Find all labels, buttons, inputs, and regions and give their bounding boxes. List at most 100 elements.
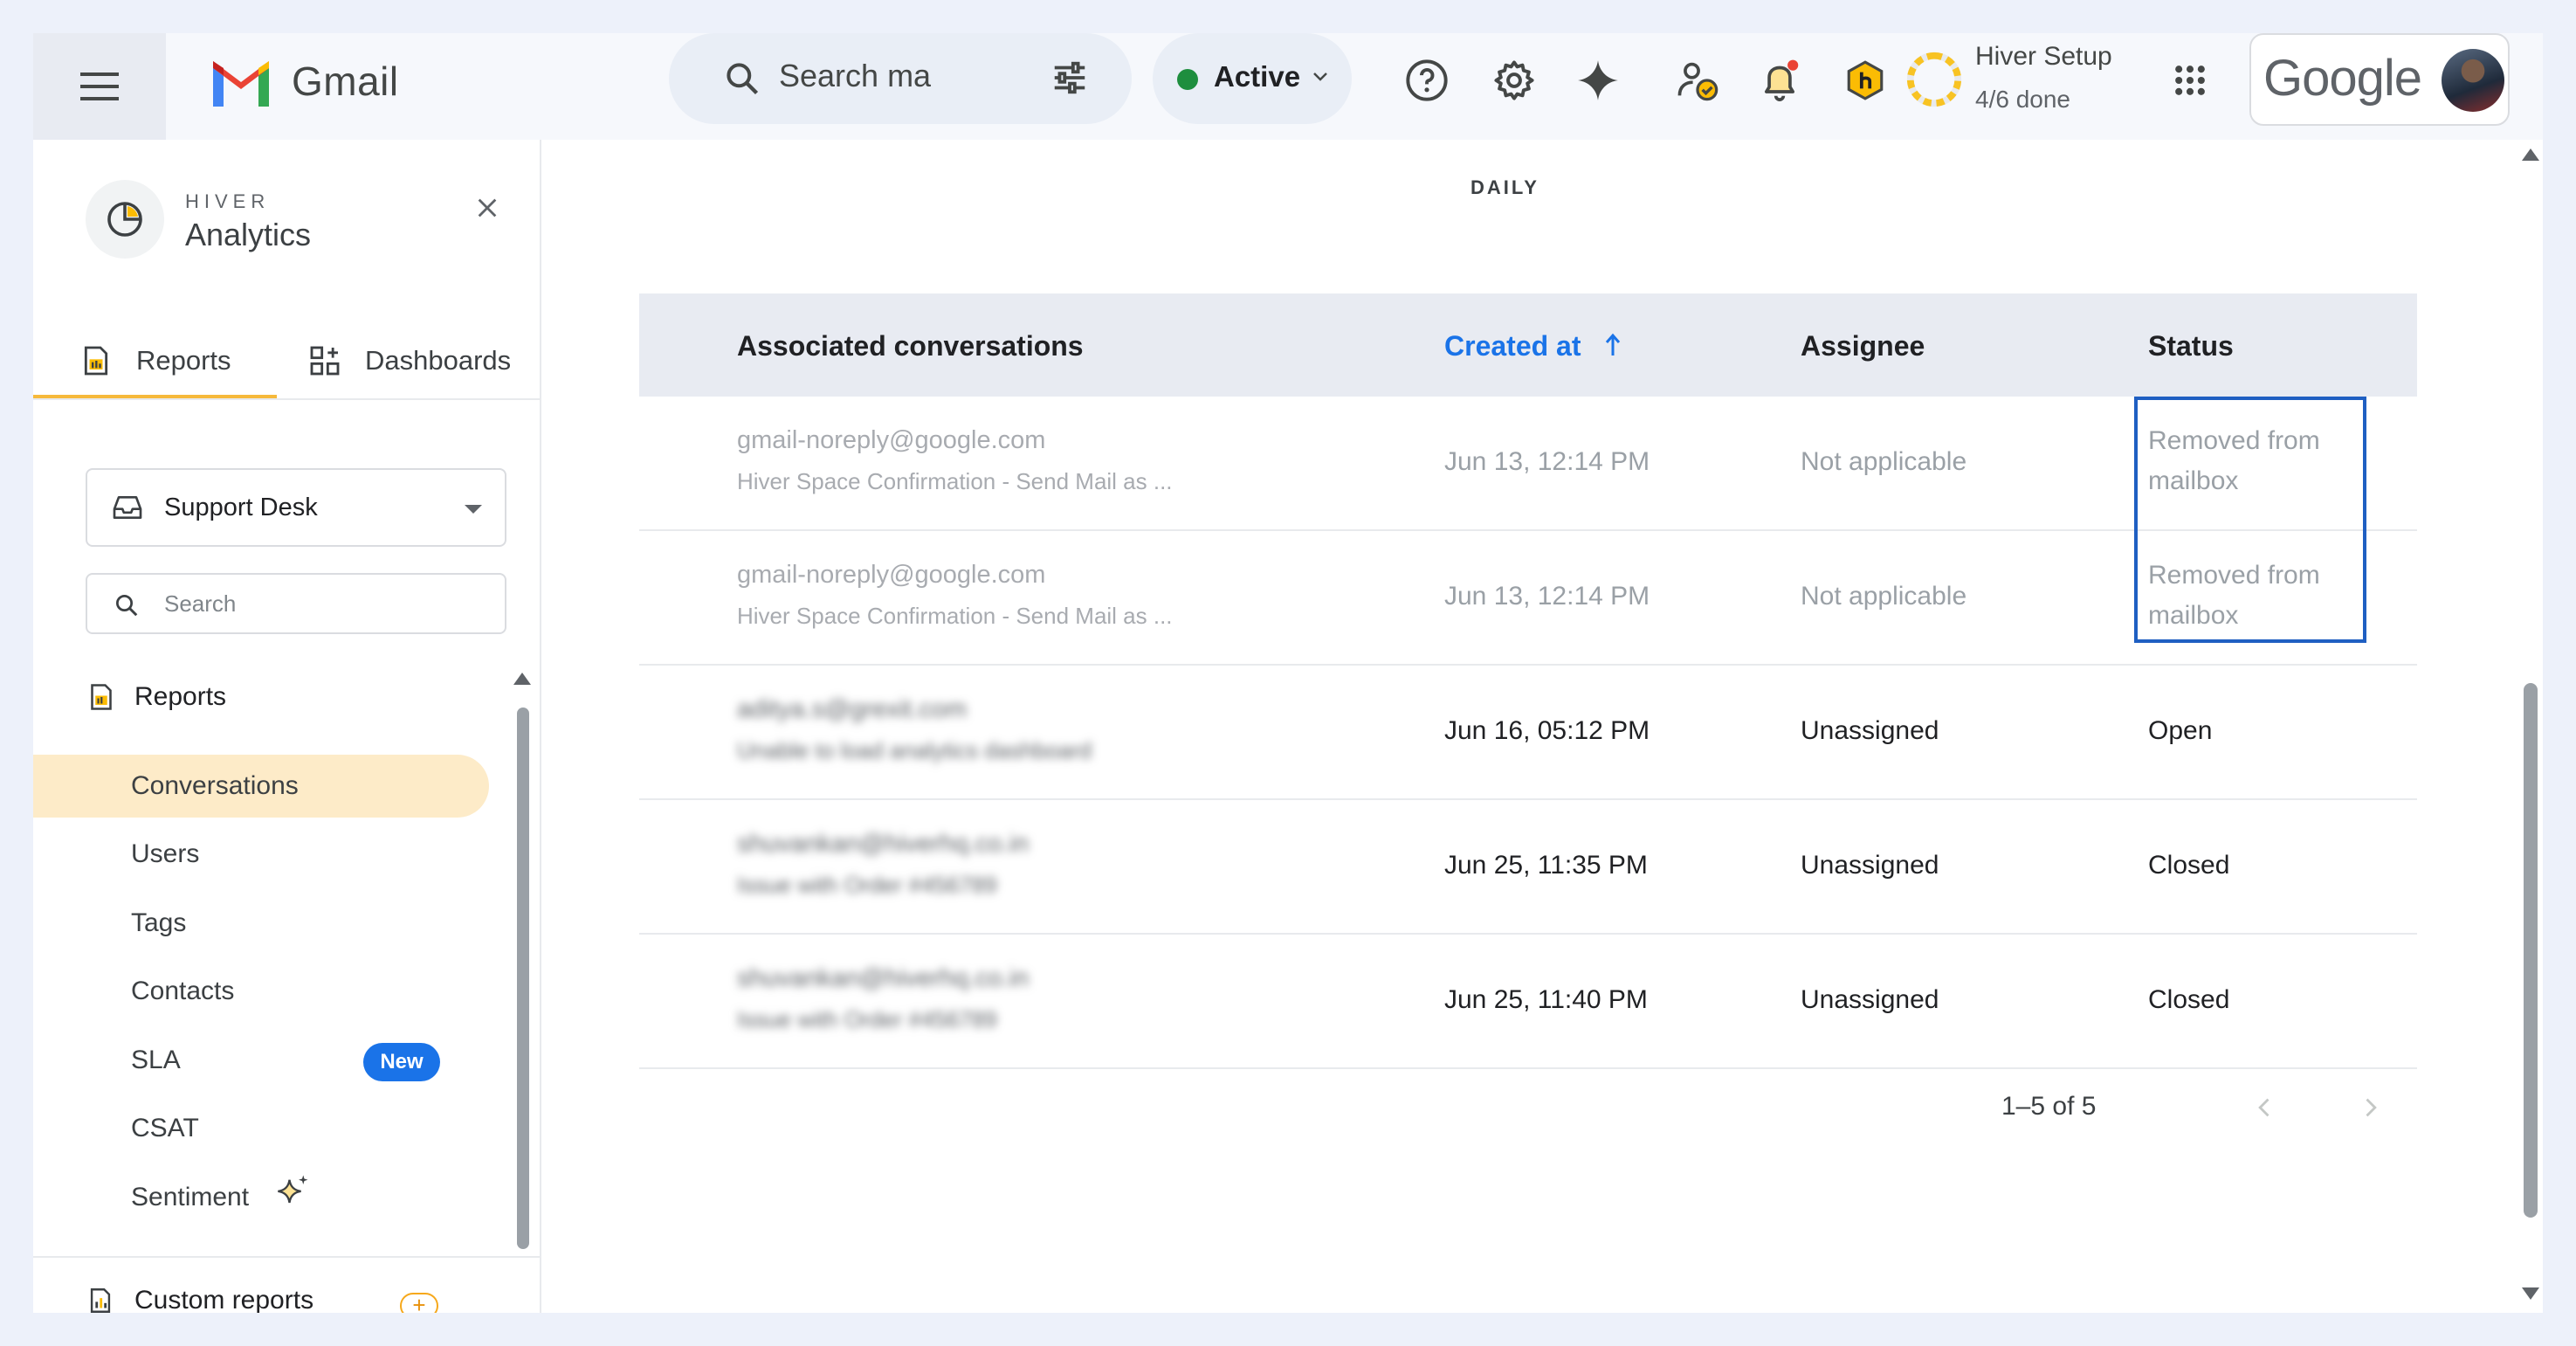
avatar[interactable] [2442, 49, 2504, 112]
row-created-at: Jun 13, 12:14 PM [1444, 582, 1650, 611]
app-name[interactable]: Gmail [292, 58, 399, 105]
row-assignee: Unassigned [1801, 716, 1939, 745]
panel-title: Analytics [185, 217, 312, 252]
report-icon [91, 684, 112, 710]
sidebar-item-sentiment[interactable]: Sentiment [131, 1180, 249, 1215]
hiver-extension-button[interactable] [1841, 56, 1890, 105]
gemini-button[interactable] [1574, 56, 1622, 105]
table-header: Associated conversations Created at Assi… [639, 293, 2417, 397]
account-switcher[interactable]: Google [2249, 33, 2510, 126]
add-custom-report-button[interactable]: + [400, 1293, 438, 1313]
page-scrollbar-thumb[interactable] [2524, 683, 2538, 1218]
bell-icon [1764, 59, 1799, 101]
conversations-table: Associated conversations Created at Assi… [639, 293, 2417, 1069]
row-email: gmail-noreply@google.com [737, 561, 1046, 589]
sidebar-item-tags[interactable]: Tags [131, 906, 186, 941]
row-subject: Hiver Space Confirmation - Send Mail as … [737, 468, 1173, 494]
report-icon [90, 1288, 111, 1313]
sidebar-item-sla[interactable]: SLA [131, 1043, 181, 1078]
table-row[interactable]: shuvankan@hiverhq.co.in Issue with Order… [639, 800, 2417, 935]
status-highlight-box [2134, 397, 2366, 643]
status-selector[interactable]: Active [1153, 33, 1352, 124]
analytics-logo-icon [86, 180, 164, 259]
hamburger-icon [80, 72, 119, 100]
status-dot [1177, 69, 1198, 90]
column-header-status[interactable]: Status [2148, 330, 2234, 362]
scroll-down-arrow-icon[interactable] [2522, 1287, 2539, 1300]
close-icon[interactable] [475, 196, 499, 220]
search-input[interactable]: Search ma [779, 58, 931, 94]
new-badge: New [363, 1043, 440, 1081]
row-email: shuvankan@hiverhq.co.in [737, 964, 1030, 992]
sidebar-item-conversations[interactable]: Conversations [131, 769, 299, 804]
sidebar-item-csat[interactable]: CSAT [131, 1111, 199, 1146]
period-label: DAILY [1471, 176, 1539, 198]
gmail-logo-icon [213, 61, 269, 107]
help-icon [1406, 59, 1448, 101]
report-search-placeholder: Search [164, 590, 237, 617]
dropdown-caret-icon [465, 505, 482, 514]
search-icon[interactable] [723, 59, 761, 98]
table-row[interactable]: aditya.s@grexit.com Unable to load analy… [639, 666, 2417, 800]
inbox-icon [113, 496, 142, 519]
row-email: gmail-noreply@google.com [737, 426, 1046, 454]
row-status: Open [2148, 716, 2213, 745]
chevron-down-icon [1313, 72, 1327, 81]
pagination-range: 1–5 of 5 [2001, 1092, 2097, 1121]
chevron-right-icon[interactable] [2358, 1092, 2382, 1123]
row-assignee: Unassigned [1801, 851, 1939, 880]
main-menu-button[interactable] [33, 33, 166, 140]
sparkle-icon [278, 1175, 308, 1204]
report-icon [84, 346, 108, 376]
sidebar-item-contacts[interactable]: Contacts [131, 974, 234, 1009]
dashboard-icon [310, 346, 340, 376]
status-label: Active [1214, 60, 1301, 93]
tab-dashboards-label: Dashboards [365, 345, 512, 376]
setup-title[interactable]: Hiver Setup [1975, 42, 2112, 72]
custom-reports-item[interactable]: Custom reports [86, 1286, 313, 1313]
row-status: Closed [2148, 985, 2230, 1014]
apps-grid-icon[interactable] [2171, 61, 2209, 100]
inbox-selector[interactable]: Support Desk [86, 468, 506, 547]
google-wordmark: Google [2263, 50, 2422, 107]
scroll-up-arrow-icon[interactable] [513, 673, 531, 685]
sidebar-scrollbar-thumb[interactable] [517, 708, 529, 1249]
custom-reports-label: Custom reports [134, 1286, 314, 1313]
notifications-button[interactable] [1755, 56, 1804, 105]
search-icon [116, 595, 138, 617]
tab-reports-label: Reports [136, 345, 231, 376]
row-assignee: Not applicable [1801, 447, 1967, 476]
row-assignee: Unassigned [1801, 985, 1939, 1014]
report-search-field[interactable]: Search [86, 573, 506, 634]
sidebar-scrollbar[interactable] [513, 673, 531, 1267]
hiver-shield-icon [1847, 60, 1884, 100]
sparkle-icon [1578, 60, 1618, 100]
sort-ascending-icon [1606, 333, 1621, 355]
assignee-status-button[interactable] [1673, 56, 1722, 105]
sidebar-item-users[interactable]: Users [131, 837, 199, 872]
column-header-conversations[interactable]: Associated conversations [737, 330, 1084, 362]
hiver-brand: HIVER [185, 190, 271, 212]
scroll-up-arrow-icon[interactable] [2522, 148, 2539, 161]
chevron-left-icon[interactable] [2253, 1092, 2277, 1123]
row-created-at: Jun 13, 12:14 PM [1444, 447, 1650, 476]
mail-search-bar[interactable]: Search ma [669, 33, 1132, 124]
custom-reports-divider [33, 1256, 540, 1258]
inbox-selector-value: Support Desk [164, 493, 318, 521]
row-created-at: Jun 25, 11:40 PM [1444, 985, 1648, 1014]
table-row[interactable]: shuvankan@hiverhq.co.in Issue with Order… [639, 935, 2417, 1069]
row-status: Closed [2148, 851, 2230, 880]
reports-section-header[interactable]: Reports [86, 681, 226, 713]
setup-progress-text: 4/6 done [1975, 86, 2070, 113]
settings-button[interactable] [1490, 56, 1539, 105]
tab-dashboards[interactable]: Dashboards [307, 323, 511, 398]
tab-reports[interactable]: Reports [33, 323, 276, 398]
column-header-created-at[interactable]: Created at [1444, 330, 1622, 362]
page-scrollbar[interactable] [2518, 140, 2543, 1313]
row-assignee: Not applicable [1801, 582, 1967, 611]
column-header-assignee[interactable]: Assignee [1801, 330, 1925, 362]
search-options-icon[interactable] [1050, 58, 1090, 98]
help-button[interactable] [1402, 56, 1451, 105]
gear-icon [1494, 60, 1534, 100]
setup-progress-ring[interactable] [1904, 49, 1965, 110]
